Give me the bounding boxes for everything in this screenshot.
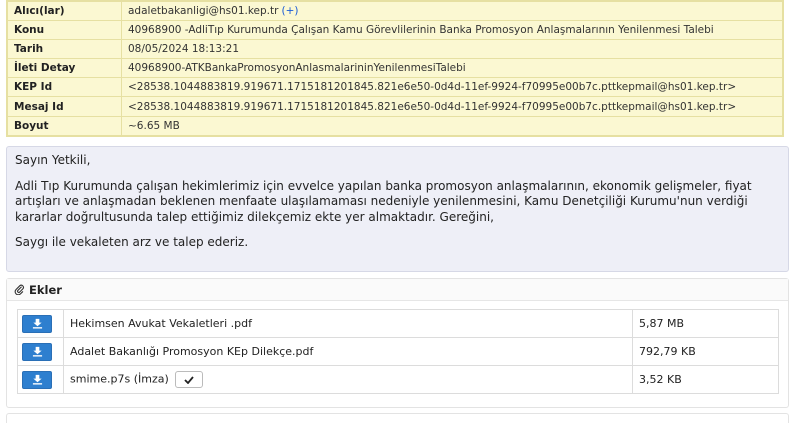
attachments-header: Ekler (7, 279, 788, 301)
header-key: Tarih (7, 39, 122, 60)
header-value: <28538.1044883819.919671.1715181201845.8… (121, 77, 783, 98)
header-value: <28538.1044883819.919671.1715181201845.8… (121, 96, 783, 117)
download-button[interactable] (22, 370, 52, 389)
attachment-row: Hekimsen Avukat Vekaletleri .pdf 5,87 MB (17, 309, 779, 338)
attachment-row: Adalet Bakanlığı Promosyon KEp Dilekçe.p… (17, 337, 779, 366)
download-icon (32, 318, 42, 329)
header-row-message-id: Mesaj Id <28538.1044883819.919671.171518… (7, 96, 783, 117)
download-button[interactable] (22, 314, 52, 333)
header-value: 40968900-ATKBankaPromosyonAnlasmalarinin… (121, 58, 783, 79)
paperclip-icon (14, 284, 24, 295)
header-row-subject: Konu 40968900 -AdliTıp Kurumunda Çalışan… (7, 20, 783, 41)
download-icon (32, 374, 42, 385)
show-more-recipients-link[interactable]: (+) (281, 5, 298, 17)
header-key: Konu (7, 20, 122, 41)
header-row-message-detail: İleti Detay 40968900-ATKBankaPromosyonAn… (7, 58, 783, 79)
download-icon (32, 346, 42, 357)
check-icon (184, 375, 194, 384)
header-value: 08/05/2024 18:13:21 (121, 39, 783, 60)
header-key: KEP Id (7, 77, 122, 98)
attachment-name[interactable]: Adalet Bakanlığı Promosyon KEp Dilekçe.p… (63, 337, 633, 366)
attachment-row: smime.p7s (İmza) 3,52 KB (17, 365, 779, 394)
recipient-address: adaletbakanligi@hs01.kep.tr (128, 5, 279, 18)
header-value: 40968900 -AdliTıp Kurumunda Çalışan Kamu… (121, 20, 783, 41)
header-row-date: Tarih 08/05/2024 18:13:21 (7, 39, 783, 60)
download-button[interactable] (22, 342, 52, 361)
message-header-panel: Alıcı(lar) adaletbakanligi@hs01.kep.tr (+… (6, 0, 784, 137)
message-body: Sayın Yetkili, Adli Tıp Kurumunda çalışa… (6, 146, 789, 272)
attachment-size: 792,79 KB (632, 337, 779, 366)
header-key: Boyut (7, 115, 122, 136)
verify-signature-button[interactable] (174, 371, 203, 388)
header-row-kep-id: KEP Id <28538.1044883819.919671.17151812… (7, 77, 783, 98)
attachment-name-cell: smime.p7s (İmza) (63, 365, 633, 394)
header-key: Alıcı(lar) (7, 0, 122, 22)
header-value: ~6.65 MB (121, 115, 783, 136)
attachments-title: Ekler (29, 282, 62, 297)
message-header-table: Alıcı(lar) adaletbakanligi@hs01.kep.tr (+… (7, 0, 783, 136)
attachment-size: 3,52 KB (632, 365, 779, 394)
attachments-panel: Ekler Hekimsen Avukat Vekaletleri .pdf 5… (6, 278, 789, 408)
header-row-recipients: Alıcı(lar) adaletbakanligi@hs01.kep.tr (+… (7, 0, 783, 22)
header-key: Mesaj Id (7, 96, 122, 117)
header-row-size: Boyut ~6.65 MB (7, 115, 783, 136)
attachment-name[interactable]: Hekimsen Avukat Vekaletleri .pdf (63, 309, 633, 338)
attachments-table: Hekimsen Avukat Vekaletleri .pdf 5,87 MB… (17, 309, 779, 394)
next-panel-edge (6, 413, 789, 423)
message-greeting: Sayın Yetkili, (15, 153, 91, 167)
attachment-size: 5,87 MB (632, 309, 779, 338)
attachment-name[interactable]: smime.p7s (İmza) (70, 373, 169, 386)
message-closing: Saygı ile vekaleten arz ve talep ederiz. (15, 235, 249, 250)
header-key: İleti Detay (7, 58, 122, 79)
header-value: adaletbakanligi@hs01.kep.tr (+) (121, 0, 783, 22)
message-paragraph: Adli Tıp Kurumunda çalışan hekimlerimiz … (15, 178, 752, 224)
